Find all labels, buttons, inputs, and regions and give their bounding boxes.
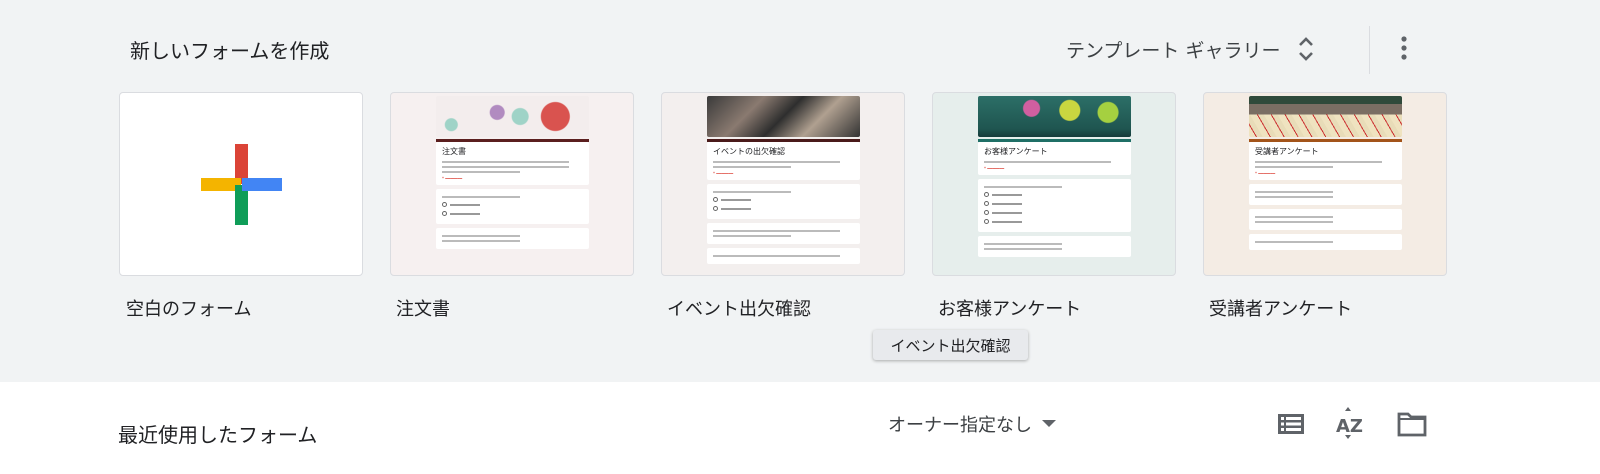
section-title: 新しいフォームを作成 <box>130 39 330 63</box>
template-student-survey[interactable]: 受講者アンケート * ━━━━━━━ <box>1203 92 1447 276</box>
list-view-icon[interactable] <box>1276 410 1306 438</box>
caret-down-icon <box>1042 420 1056 427</box>
header-image <box>978 96 1131 137</box>
unfold-icon <box>1299 37 1314 61</box>
template-label: 注文書 <box>396 299 450 320</box>
template-event-rsvp[interactable]: イベントの出欠確認 * ━━━━━━━ <box>661 92 905 276</box>
plus-icon <box>201 144 282 225</box>
template-label: イベント出欠確認 <box>667 299 811 320</box>
template-order-form[interactable]: 注文書 * ━━━━━━━ <box>390 92 634 276</box>
template-blank[interactable] <box>119 92 363 276</box>
more-vert-icon[interactable] <box>1392 34 1416 62</box>
owner-filter-label: オーナー指定なし <box>888 415 1032 436</box>
form-title: イベントの出欠確認 <box>713 147 785 156</box>
form-title: 注文書 <box>442 147 466 156</box>
template-label: 受講者アンケート <box>1209 299 1353 320</box>
folder-icon[interactable] <box>1397 410 1427 438</box>
divider <box>1369 26 1370 74</box>
owner-filter-dropdown[interactable]: オーナー指定なし <box>888 411 1056 437</box>
tooltip: イベント出欠確認 <box>873 330 1028 360</box>
form-title: 受講者アンケート <box>1255 147 1319 156</box>
recent-forms-title: 最近使用したフォーム <box>118 423 318 447</box>
template-label: お客様アンケート <box>938 299 1082 320</box>
gallery-label: テンプレート ギャラリー <box>1066 39 1281 62</box>
svg-text:AZ: AZ <box>1336 416 1363 437</box>
header-image <box>707 96 860 137</box>
header-image <box>436 96 589 137</box>
template-customer-survey[interactable]: お客様アンケート * ━━━━━━━ <box>932 92 1176 276</box>
template-gallery-button[interactable]: テンプレート ギャラリー <box>1066 34 1318 64</box>
form-title: お客様アンケート <box>984 147 1048 156</box>
template-label: 空白のフォーム <box>126 299 252 320</box>
sort-az-icon[interactable]: AZ <box>1336 405 1366 441</box>
header-image <box>1249 96 1402 137</box>
